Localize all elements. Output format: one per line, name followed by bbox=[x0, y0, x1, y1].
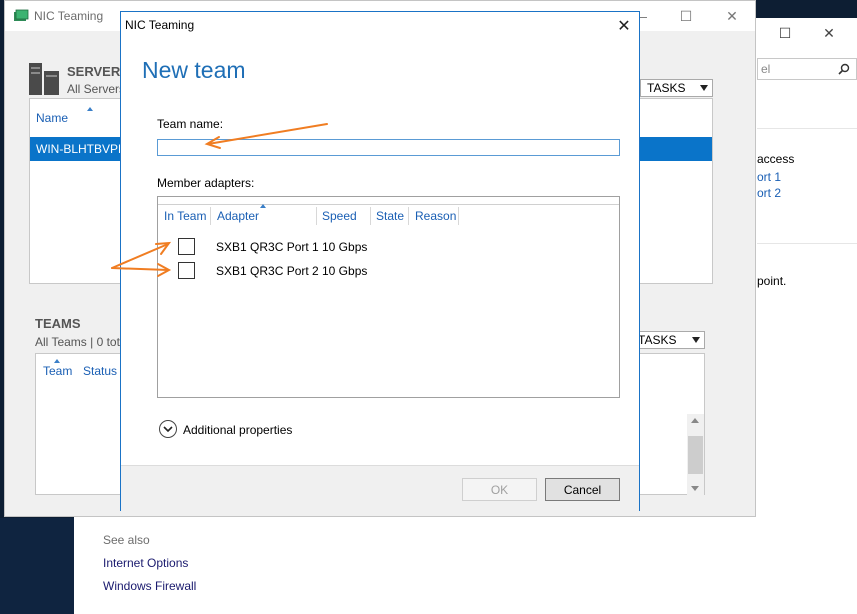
divider bbox=[757, 243, 857, 244]
close-icon[interactable]: ✕ bbox=[709, 1, 755, 31]
dialog-footer: OK Cancel bbox=[121, 465, 639, 511]
column-header-team[interactable]: Team bbox=[43, 364, 72, 378]
divider bbox=[757, 128, 857, 129]
column-header-speed[interactable]: Speed bbox=[322, 209, 357, 223]
servers-subtitle: All Servers bbox=[67, 82, 126, 96]
vertical-scrollbar[interactable] bbox=[687, 414, 704, 496]
column-header-state[interactable]: State bbox=[376, 209, 404, 223]
sort-ascending-icon bbox=[87, 107, 93, 111]
control-panel-search-input[interactable]: el bbox=[757, 58, 857, 80]
desktop-background bbox=[0, 518, 74, 614]
see-also-label: See also bbox=[103, 533, 150, 547]
dialog-heading: New team bbox=[142, 57, 246, 83]
column-separator bbox=[210, 207, 211, 225]
server-name: WIN-BLHTBVPH bbox=[36, 142, 127, 156]
ok-button[interactable]: OK bbox=[462, 478, 537, 501]
divider bbox=[158, 204, 619, 205]
teams-tasks-button[interactable]: TASKS bbox=[631, 331, 705, 349]
port-1-link[interactable]: ort 1 bbox=[757, 170, 781, 184]
column-header-status[interactable]: Status bbox=[83, 364, 117, 378]
close-icon[interactable]: ✕ bbox=[609, 12, 639, 40]
column-header-name[interactable]: Name bbox=[36, 111, 68, 125]
member-adapters-label: Member adapters: bbox=[157, 176, 255, 190]
adapter-name: SXB1 QR3C Port 1 bbox=[216, 240, 319, 254]
maximize-icon[interactable]: ☐ bbox=[763, 18, 807, 48]
adapter-speed: 10 Gbps bbox=[322, 264, 368, 278]
column-separator bbox=[316, 207, 317, 225]
servers-icon bbox=[29, 63, 59, 95]
window-title: NIC Teaming bbox=[34, 9, 104, 23]
column-header-in-team[interactable]: In Team bbox=[164, 209, 206, 223]
search-icon[interactable] bbox=[838, 63, 850, 75]
cancel-button[interactable]: Cancel bbox=[545, 478, 620, 501]
dialog-titlebar: NIC Teaming ✕ bbox=[121, 12, 639, 40]
sort-ascending-icon bbox=[54, 359, 60, 363]
column-separator bbox=[408, 207, 409, 225]
tasks-label: TASKS bbox=[647, 81, 686, 95]
internet-options-link[interactable]: Internet Options bbox=[103, 556, 188, 570]
maximize-icon[interactable]: ☐ bbox=[663, 1, 709, 31]
scroll-up-icon[interactable] bbox=[691, 418, 699, 423]
adapter-speed: 10 Gbps bbox=[322, 240, 368, 254]
chevron-down-icon bbox=[700, 85, 708, 91]
column-separator bbox=[458, 207, 459, 225]
teams-heading: TEAMS bbox=[35, 316, 81, 331]
port-2-link[interactable]: ort 2 bbox=[757, 186, 781, 200]
access-text: access bbox=[757, 152, 795, 166]
column-header-adapter[interactable]: Adapter bbox=[217, 209, 259, 223]
teams-subtitle: All Teams | 0 tota bbox=[35, 335, 127, 349]
sort-ascending-icon bbox=[260, 204, 266, 208]
close-icon[interactable]: ✕ bbox=[807, 18, 851, 48]
dialog-title: NIC Teaming bbox=[125, 18, 195, 32]
control-panel-window-controls: ☐ ✕ bbox=[763, 18, 851, 48]
windows-firewall-link[interactable]: Windows Firewall bbox=[103, 579, 196, 593]
scroll-thumb[interactable] bbox=[688, 436, 703, 474]
nic-teaming-app-icon bbox=[14, 9, 29, 21]
chevron-down-circle-icon[interactable] bbox=[159, 420, 177, 438]
servers-tasks-button[interactable]: TASKS bbox=[640, 79, 713, 97]
column-header-reason[interactable]: Reason bbox=[415, 209, 456, 223]
chevron-down-icon bbox=[692, 337, 700, 343]
tasks-label: TASKS bbox=[638, 333, 677, 347]
team-name-input[interactable] bbox=[157, 139, 620, 156]
point-text: point. bbox=[757, 274, 787, 288]
new-team-dialog: NIC Teaming ✕ New team Team name: Member… bbox=[120, 11, 640, 511]
in-team-checkbox[interactable] bbox=[178, 238, 195, 255]
scroll-down-icon[interactable] bbox=[691, 486, 699, 491]
team-name-label: Team name: bbox=[157, 117, 224, 131]
search-placeholder: el bbox=[761, 62, 771, 76]
in-team-checkbox[interactable] bbox=[178, 262, 195, 279]
member-adapters-list: In Team Adapter Speed State Reason SXB1 … bbox=[157, 196, 620, 398]
adapter-row[interactable]: SXB1 QR3C Port 1 10 Gbps bbox=[158, 236, 619, 258]
adapter-name: SXB1 QR3C Port 2 bbox=[216, 264, 319, 278]
additional-properties-label: Additional properties bbox=[183, 423, 293, 437]
adapter-row[interactable]: SXB1 QR3C Port 2 10 Gbps bbox=[158, 260, 619, 282]
column-separator bbox=[370, 207, 371, 225]
